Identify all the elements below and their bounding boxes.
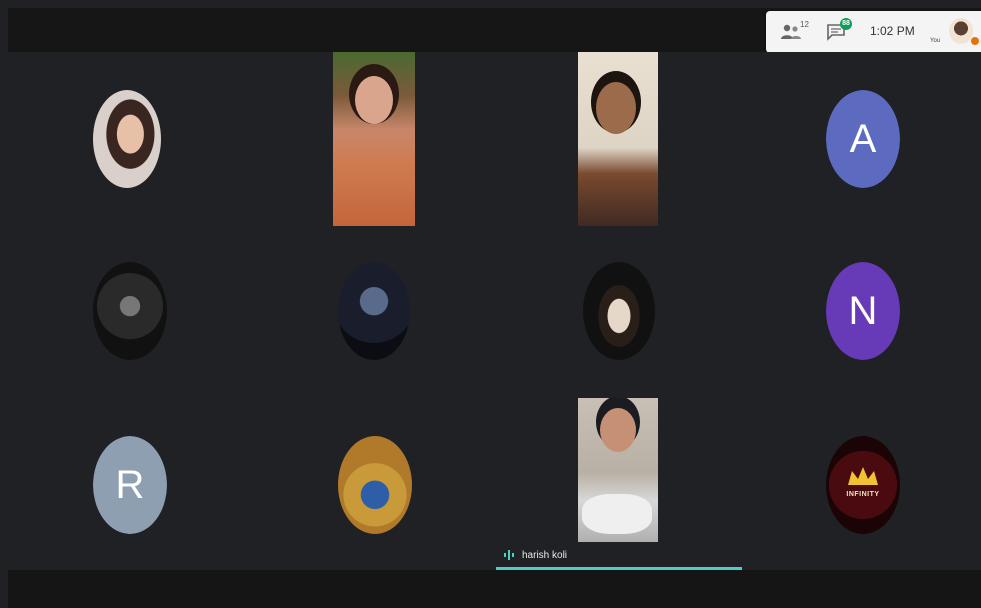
participant-avatar[interactable]: INFINITY xyxy=(826,436,900,534)
participant-avatar[interactable] xyxy=(93,262,167,360)
participant-video[interactable] xyxy=(578,398,658,564)
participant-avatar[interactable] xyxy=(93,90,161,188)
active-speaker-bar: harish koli xyxy=(496,542,742,570)
people-icon[interactable] xyxy=(780,23,802,41)
participant-avatar[interactable]: A xyxy=(826,90,900,188)
participant-grid: A N R INFINITY xyxy=(8,52,981,570)
avatar-initial: N xyxy=(826,262,900,360)
active-speaker-name: harish koli xyxy=(522,550,568,561)
people-count: 12 xyxy=(800,20,809,29)
participant-avatar[interactable] xyxy=(338,436,412,534)
avatar-initial: R xyxy=(93,436,167,534)
top-bar: 12 88 1:02 PM You xyxy=(8,8,981,53)
participant-avatar[interactable] xyxy=(338,262,410,360)
logo-text: INFINITY xyxy=(846,490,880,498)
person-head xyxy=(600,408,636,452)
person-head xyxy=(596,82,636,134)
crown-icon xyxy=(848,466,878,485)
person-head xyxy=(355,76,393,124)
participant-avatar[interactable]: R xyxy=(93,436,167,534)
participant-avatar[interactable]: N xyxy=(826,262,900,360)
self-avatar[interactable] xyxy=(949,18,973,44)
participant-video[interactable] xyxy=(333,52,415,226)
participant-avatar[interactable] xyxy=(583,262,655,360)
guitar xyxy=(582,494,652,534)
bottom-bar xyxy=(8,570,981,608)
meeting-toolbar: 12 88 1:02 PM You xyxy=(766,11,981,53)
chat-badge: 88 xyxy=(840,18,852,30)
avatar-initial: A xyxy=(826,90,900,188)
audio-wave-icon xyxy=(504,550,514,560)
you-label: You xyxy=(930,38,941,44)
participant-video[interactable] xyxy=(578,52,658,226)
clock-time: 1:02 PM xyxy=(870,24,915,38)
self-status-dot xyxy=(971,37,979,45)
